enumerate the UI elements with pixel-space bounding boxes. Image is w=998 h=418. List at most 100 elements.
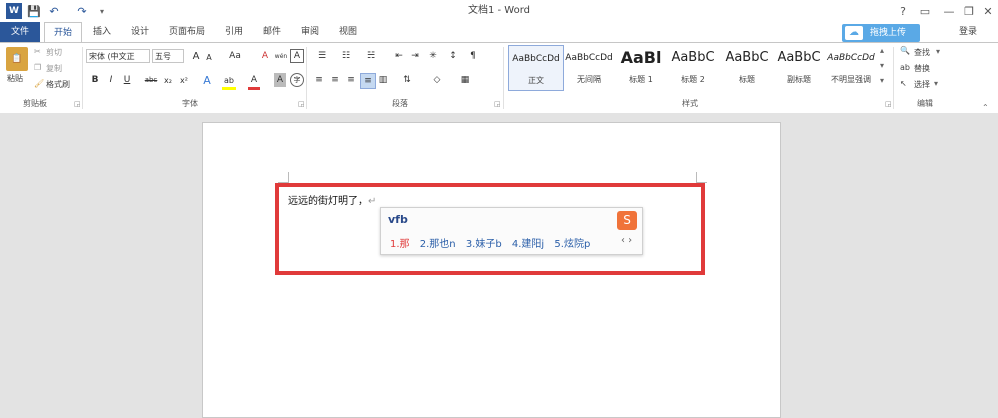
char-shading-icon[interactable]: A — [274, 73, 286, 87]
redo-icon[interactable]: ↷ — [74, 3, 90, 19]
select-button[interactable]: 选择 — [914, 79, 930, 90]
separator — [306, 47, 307, 109]
undo-icon[interactable]: ↶ — [46, 3, 62, 19]
font-launcher-icon[interactable]: ◲ — [298, 100, 305, 108]
find-dropdown-icon[interactable]: ▾ — [936, 47, 940, 56]
numbering-icon[interactable]: ☷ — [336, 49, 356, 63]
styles-scroll-up-icon[interactable]: ▴ — [880, 46, 884, 55]
paste-icon[interactable]: 📋 — [6, 47, 28, 71]
style-sample: AaBbC — [671, 50, 715, 65]
margin-mark — [696, 172, 707, 183]
text-effects-icon[interactable]: A — [200, 73, 214, 87]
justify-icon[interactable]: ≡ — [360, 73, 376, 89]
shrink-font-icon[interactable]: A — [204, 51, 214, 63]
underline-icon[interactable]: U — [121, 73, 133, 87]
highlight-icon[interactable]: ab — [222, 73, 236, 90]
style-name: 标题 — [739, 75, 755, 84]
save-icon[interactable]: 💾 — [26, 3, 42, 19]
cut-button[interactable]: 剪切 — [46, 47, 62, 58]
font-color-icon[interactable]: A — [248, 73, 260, 90]
paste-button[interactable]: 粘贴 — [7, 73, 23, 84]
align-right-icon[interactable]: ≡ — [344, 73, 358, 87]
login-link[interactable]: 登录 — [950, 22, 986, 42]
format-painter-button[interactable]: 格式刷 — [46, 79, 70, 90]
chinese-layout-icon[interactable]: ✳ — [426, 49, 440, 63]
ime-candidate[interactable]: 1.那 — [390, 239, 410, 250]
replace-button[interactable]: 替换 — [914, 63, 930, 74]
tab-view[interactable]: 视图 — [332, 22, 364, 42]
customize-quick-access-icon[interactable]: ▾ — [94, 3, 110, 19]
strikethrough-icon[interactable]: abc — [143, 73, 159, 87]
subscript-icon[interactable]: x₂ — [161, 73, 175, 87]
ime-candidate[interactable]: 3.妹子b — [466, 239, 502, 250]
style-heading-1[interactable]: AaBl 标题 1 — [614, 45, 668, 89]
upload-button[interactable]: ☁ 拖拽上传 — [842, 24, 920, 42]
distributed-icon[interactable]: ▥ — [376, 73, 390, 87]
grow-font-icon[interactable]: A — [190, 49, 202, 63]
style-name: 不明显强调 — [831, 75, 871, 84]
superscript-icon[interactable]: x² — [177, 73, 191, 87]
format-painter-icon[interactable]: 🖌 — [34, 79, 44, 88]
select-dropdown-icon[interactable]: ▾ — [934, 79, 938, 88]
style-sample: AaBbCcDd — [512, 54, 560, 64]
style-no-spacing[interactable]: AaBbCcDd 无间隔 — [562, 45, 616, 89]
cut-icon[interactable]: ✂ — [34, 47, 41, 56]
tab-design[interactable]: 设计 — [124, 22, 156, 42]
align-center-icon[interactable]: ≡ — [328, 73, 342, 87]
select-icon[interactable]: ↖ — [900, 79, 907, 88]
phonetic-guide-icon[interactable]: wén — [274, 49, 288, 63]
ime-candidate[interactable]: 4.建阳j — [512, 239, 544, 250]
clear-format-icon[interactable]: A — [258, 49, 272, 63]
tab-home[interactable]: 开始 — [44, 22, 82, 44]
copy-button[interactable]: 复制 — [46, 63, 62, 74]
sogou-logo-icon[interactable]: S — [617, 211, 637, 230]
tab-references[interactable]: 引用 — [218, 22, 250, 42]
style-normal[interactable]: AaBbCcDd 正文 — [508, 45, 564, 91]
font-name-combo[interactable]: 宋体 (中文正 — [86, 49, 150, 63]
copy-icon[interactable]: ❐ — [34, 63, 41, 72]
line-spacing-icon[interactable]: ⇅ — [398, 73, 416, 87]
styles-scroll-down-icon[interactable]: ▾ — [880, 61, 884, 70]
close-button[interactable]: ✕ — [975, 0, 998, 22]
clipboard-launcher-icon[interactable]: ◲ — [74, 100, 81, 108]
style-title[interactable]: AaBbC 标题 — [720, 45, 774, 89]
tab-mailings[interactable]: 邮件 — [256, 22, 288, 42]
bold-icon[interactable]: B — [89, 73, 101, 87]
bullets-icon[interactable]: ☰ — [312, 49, 332, 63]
style-name: 正文 — [528, 76, 544, 85]
shading-icon[interactable]: ◇ — [428, 73, 446, 87]
sort-icon[interactable]: ↕ — [446, 49, 460, 63]
ime-candidate[interactable]: 2.那也n — [420, 239, 456, 250]
enclose-char-icon[interactable]: 字 — [290, 73, 304, 87]
tab-review[interactable]: 审阅 — [294, 22, 326, 42]
tab-insert[interactable]: 插入 — [86, 22, 118, 42]
styles-launcher-icon[interactable]: ◲ — [885, 100, 892, 108]
font-size-combo[interactable]: 五号 — [152, 49, 184, 63]
styles-more-icon[interactable]: ▾ — [880, 76, 884, 85]
decrease-indent-icon[interactable]: ⇤ — [392, 49, 406, 63]
font-group-label: 字体 — [182, 99, 198, 108]
replace-icon[interactable]: ab — [900, 63, 910, 72]
italic-icon[interactable]: I — [105, 73, 117, 87]
find-icon[interactable]: 🔍 — [900, 46, 910, 55]
find-button[interactable]: 查找 — [914, 47, 930, 58]
tab-file[interactable]: 文件 — [0, 22, 40, 42]
borders-icon[interactable]: ▦ — [456, 73, 474, 87]
styles-group-label: 样式 — [682, 99, 698, 108]
style-subtitle[interactable]: AaBbC 副标题 — [772, 45, 826, 89]
ribbon-display-button[interactable]: ▭ — [912, 0, 938, 22]
align-left-icon[interactable]: ≡ — [312, 73, 326, 87]
ime-candidate[interactable]: 5.炫院p — [554, 239, 590, 250]
increase-indent-icon[interactable]: ⇥ — [408, 49, 422, 63]
change-case-icon[interactable]: Aa — [226, 49, 244, 63]
clipboard-group-label: 剪贴板 — [23, 99, 47, 108]
style-subtle-emphasis[interactable]: AaBbCcDd 不明显强调 — [824, 45, 878, 89]
paragraph-launcher-icon[interactable]: ◲ — [494, 100, 501, 108]
style-heading-2[interactable]: AaBbC 标题 2 — [666, 45, 720, 89]
show-marks-icon[interactable]: ¶ — [466, 49, 480, 63]
ime-page-nav[interactable]: ‹ › — [621, 235, 632, 246]
tab-page-layout[interactable]: 页面布局 — [162, 22, 212, 42]
char-border-icon[interactable]: A — [290, 49, 304, 63]
multilevel-list-icon[interactable]: ☵ — [360, 49, 382, 63]
collapse-ribbon-icon[interactable]: ⌃ — [982, 103, 989, 112]
